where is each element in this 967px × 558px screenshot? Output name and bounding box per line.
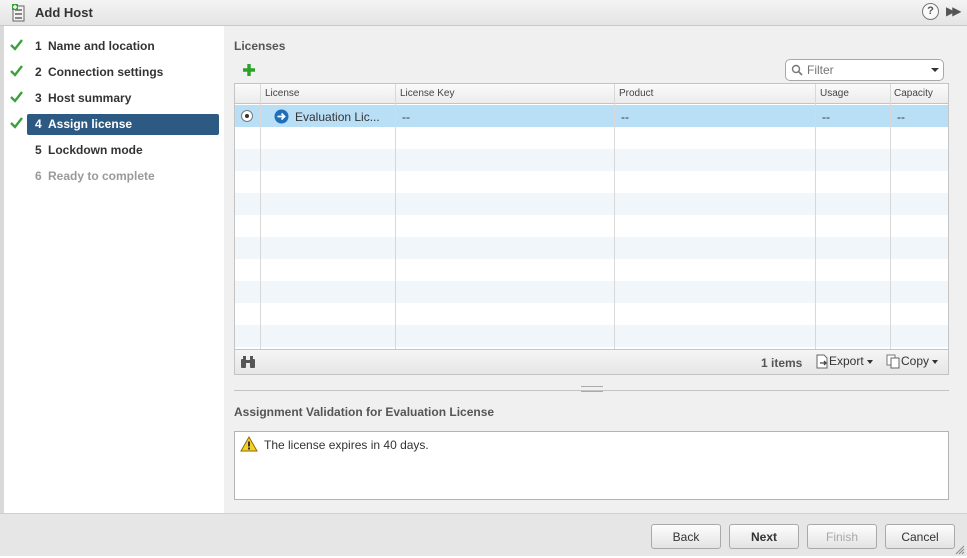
cell-usage: -- [822, 110, 830, 124]
step-name-and-location[interactable]: 1 Name and location [4, 36, 224, 57]
export-button[interactable]: Export [815, 354, 873, 369]
item-count: 1 items [761, 356, 803, 370]
splitter-grip-icon[interactable] [581, 386, 603, 392]
filter-input[interactable] [807, 62, 917, 78]
step-label: Host summary [48, 91, 132, 105]
grid-footer: 1 items Export Copy [235, 349, 948, 374]
column-divider [614, 84, 615, 349]
row-radio-button[interactable] [241, 110, 253, 122]
empty-row [235, 193, 948, 215]
filter-dropdown-icon[interactable] [931, 68, 939, 72]
step-connection-settings[interactable]: 2 Connection settings [4, 62, 224, 83]
column-divider [815, 84, 816, 349]
wizard-steps: 1 Name and location 2 Connection setting… [4, 26, 224, 513]
help-button[interactable]: ? [922, 3, 939, 20]
column-header-usage[interactable]: Usage [820, 88, 849, 99]
cancel-button[interactable]: Cancel [885, 524, 955, 549]
next-button[interactable]: Next [729, 524, 799, 549]
column-divider [890, 84, 891, 349]
column-header-license-key[interactable]: License Key [400, 88, 454, 99]
step-label: Assign license [48, 117, 133, 131]
step-label: Name and location [48, 39, 155, 53]
add-license-icon[interactable] [241, 62, 257, 78]
export-label: Export [829, 354, 864, 368]
copy-button[interactable]: Copy [886, 354, 939, 369]
validation-panel: The license expires in 40 days. [234, 431, 949, 500]
step-number: 1 [35, 39, 42, 53]
expand-icon[interactable]: ▶▶ [946, 4, 962, 18]
chevron-down-icon [866, 359, 873, 364]
finish-button: Finish [807, 524, 877, 549]
column-header-product[interactable]: Product [619, 88, 653, 99]
step-ready-to-complete: 6 Ready to complete [4, 166, 224, 187]
step-host-summary[interactable]: 3 Host summary [4, 88, 224, 109]
step-assign-license[interactable]: 4 Assign license [4, 114, 224, 135]
grid-header: License License Key Product Usage Capaci… [235, 84, 948, 104]
empty-row [235, 281, 948, 303]
dialog-footer: Back Next Finish Cancel [0, 513, 967, 556]
validation-message: The license expires in 40 days. [264, 438, 429, 452]
cell-license: Evaluation Lic... [295, 110, 380, 124]
check-icon [10, 91, 23, 106]
empty-row [235, 149, 948, 171]
binoculars-icon[interactable] [240, 355, 256, 372]
column-divider [260, 84, 261, 349]
step-label: Connection settings [48, 65, 164, 79]
step-lockdown-mode[interactable]: 5 Lockdown mode [4, 140, 224, 161]
dialog-title: Add Host [35, 5, 93, 20]
export-icon [816, 354, 828, 369]
licenses-title: Licenses [234, 39, 286, 53]
step-number: 2 [35, 65, 42, 79]
licenses-grid: License License Key Product Usage Capaci… [234, 83, 949, 375]
column-header-license[interactable]: License [265, 88, 299, 99]
validation-title: Assignment Validation for Evaluation Lic… [234, 405, 495, 419]
filter-box[interactable] [785, 59, 944, 81]
empty-row [235, 237, 948, 259]
chevron-down-icon [932, 359, 939, 364]
step-number: 3 [35, 91, 42, 105]
empty-row [235, 325, 948, 347]
search-icon [791, 64, 803, 79]
column-divider [395, 84, 396, 349]
content-panel: Licenses License License Key Product Usa… [224, 26, 967, 513]
step-number: 4 [35, 117, 42, 131]
copy-icon [886, 354, 900, 369]
step-number: 6 [35, 169, 42, 183]
check-icon [10, 65, 23, 80]
step-label: Lockdown mode [48, 143, 143, 157]
cell-capacity: -- [897, 110, 905, 124]
check-icon [10, 117, 23, 132]
license-icon [274, 109, 289, 127]
copy-label: Copy [901, 354, 930, 368]
warning-icon [240, 435, 258, 455]
cell-license-key: -- [402, 110, 410, 124]
cell-product: -- [621, 110, 629, 124]
column-header-capacity[interactable]: Capacity [894, 88, 933, 99]
step-label: Ready to complete [48, 169, 155, 183]
check-icon [10, 39, 23, 54]
add-host-icon [12, 4, 26, 25]
step-number: 5 [35, 143, 42, 157]
dialog-titlebar: Add Host ? ▶▶ [0, 0, 967, 26]
back-button[interactable]: Back [651, 524, 721, 549]
